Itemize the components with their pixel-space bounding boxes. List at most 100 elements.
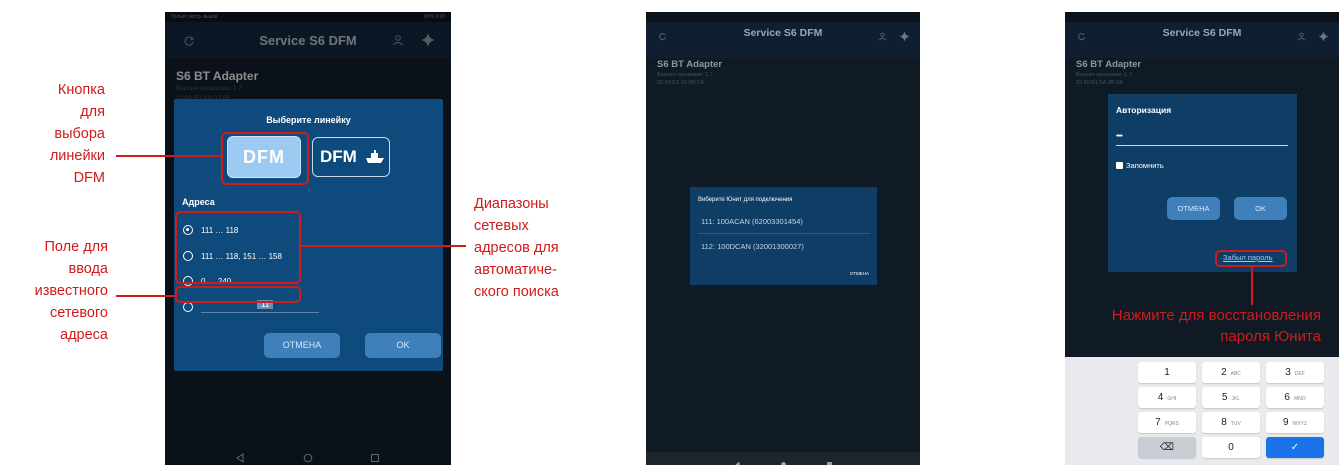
annotation-line: Кнопка [57, 82, 105, 98]
keypad-key[interactable]: 4 GHI [1138, 387, 1196, 408]
done-key[interactable]: ✓ [1266, 437, 1324, 458]
key-digit: 2 [1221, 367, 1227, 378]
keypad-key[interactable]: 3 DEF [1266, 362, 1324, 383]
annotation-line: сетевого [49, 305, 108, 321]
key-digit: 7 [1155, 417, 1161, 428]
annotation-line: ввода [68, 261, 108, 277]
annotation-button-line: Кнопка для выбора линейки DFM [30, 79, 105, 189]
manual-address-radio[interactable] [183, 302, 193, 312]
keypad-key[interactable]: 5 JKL [1202, 387, 1260, 408]
annotation-line: сетевых [474, 218, 529, 234]
firmware-version: Версия прошивки: 1.7 [657, 72, 713, 78]
key-letters: MNO [1293, 396, 1306, 402]
unit-list-item[interactable]: 112: 100DCAN (32001300027) [701, 242, 804, 251]
key-letters: TUV [1230, 421, 1241, 427]
annotation-line: Диапазоны [474, 196, 549, 212]
connector-line [1251, 267, 1253, 305]
gear-icon[interactable] [900, 28, 909, 41]
dialog-title: Авторизация [1116, 105, 1172, 115]
dfm-ship-line-button[interactable]: DFM [312, 137, 390, 177]
nav-recent-icon[interactable] [1263, 458, 1269, 464]
keypad-key[interactable]: 2 ABC [1202, 362, 1260, 383]
gear-icon[interactable] [1319, 28, 1328, 41]
nav-recent-icon[interactable] [826, 455, 833, 465]
key-letters: JKL [1231, 396, 1241, 402]
key-digit: 4 [1157, 392, 1164, 403]
unit-list-item[interactable]: 111: 100ACAN (62003301454) [701, 217, 803, 226]
keypad-key[interactable]: 1 [1138, 362, 1196, 383]
ship-icon [365, 150, 385, 164]
annotation-line: Нажмите для восстановления [1111, 307, 1321, 324]
key-letters: GHI [1167, 396, 1177, 402]
annotation-line: ского поиска [474, 284, 559, 300]
connector-line [301, 245, 466, 247]
numeric-keyboard: 1 2 ABC 3 DEF 4 GHI 5 JKL 6 MNO 7 PQRS 8 TUV 9W… [1065, 357, 1339, 465]
key-digit: 1 [1164, 367, 1170, 378]
key-digit: 9 [1282, 417, 1289, 428]
check-icon: ✓ [1290, 442, 1300, 453]
addresses-heading: Адреса [182, 197, 215, 207]
annotation-line: адресов для [474, 240, 559, 256]
mac-address: 02:80:E1:5A:3B:3A [1076, 80, 1123, 86]
keypad-key[interactable]: 0 [1202, 437, 1260, 458]
user-icon[interactable] [878, 28, 887, 41]
nav-recent-icon[interactable] [370, 450, 380, 462]
keypad-key[interactable]: 9 WXYZ [1266, 412, 1324, 433]
key-digit: 0 [1228, 442, 1234, 453]
figure-root: Кнопка для выбора линейки DFM Поле для в… [0, 0, 1344, 465]
annotation-line: DFM [73, 170, 105, 186]
nav-bar [646, 452, 920, 465]
status-bar [1065, 12, 1339, 22]
backspace-key[interactable]: ⌫ [1138, 437, 1196, 458]
keypad-key[interactable]: 8 TUV [1202, 412, 1260, 433]
annotation-line: линейки [49, 148, 105, 164]
annotation-line: для выбора [54, 104, 105, 142]
nav-home-icon[interactable] [1199, 458, 1205, 464]
nav-back-icon[interactable] [1133, 458, 1139, 464]
user-icon[interactable] [1297, 28, 1306, 41]
cancel-button[interactable]: ОТМЕНА [850, 271, 869, 276]
cancel-button[interactable]: ОТМЕНА [1167, 197, 1220, 220]
nav-back-icon[interactable] [734, 455, 741, 465]
device-name[interactable]: S6 BT Adapter [657, 59, 722, 70]
key-digit: 3 [1285, 367, 1291, 378]
dialog-authorization: Авторизация •••• Запомнить ОТМЕНА OK Заб… [1108, 94, 1297, 272]
phone-screen-unit-select: Service S6 DFM S6 BT Adapter Версия прош… [646, 12, 920, 465]
keypad-key[interactable]: 7 PQRS [1138, 412, 1196, 433]
annotation-line: пароля Юнита [1220, 328, 1321, 345]
ok-button[interactable]: OK [365, 333, 441, 358]
password-value: •••• [1116, 133, 1123, 140]
highlight-dfm-button [221, 132, 309, 185]
annotation-line: автоматиче- [474, 262, 557, 278]
remember-checkbox[interactable] [1116, 162, 1123, 174]
remember-label[interactable]: Запомнить [1126, 161, 1164, 170]
nav-back-icon[interactable] [235, 450, 245, 463]
nav-home-icon[interactable] [780, 455, 787, 465]
nav-bar [165, 445, 451, 465]
annotation-ranges: Диапазоны сетевых адресов для автоматиче… [474, 193, 594, 303]
highlight-manual-address [175, 286, 301, 303]
key-digit: 6 [1284, 392, 1290, 403]
device-name[interactable]: S6 BT Adapter [1076, 59, 1141, 70]
dialog-title: Виберите Юнит для подключения [698, 197, 793, 203]
dfm-ship-button-label: DFM [320, 147, 357, 166]
status-bar [646, 12, 920, 22]
highlight-address-ranges [175, 211, 301, 284]
connector-line [116, 155, 222, 157]
cancel-button[interactable]: ОТМЕНА [264, 333, 340, 358]
key-digit: 5 [1221, 392, 1228, 403]
mac-address: 02:80:E1:16:0B:CA [657, 80, 705, 86]
dialog-unit-select: Виберите Юнит для подключения 111: 100AC… [690, 187, 877, 285]
ok-button[interactable]: OK [1234, 197, 1287, 220]
key-letters: DEF [1294, 371, 1305, 377]
key-letters: PQRS [1164, 421, 1179, 427]
annotation-line: известного [34, 283, 108, 299]
phone-screen-authorization: Service S6 DFM S6 BT Adapter Версия прош… [1065, 12, 1339, 465]
nav-home-icon[interactable] [303, 450, 313, 463]
password-input[interactable]: •••• [1116, 132, 1288, 146]
key-letters: WXYZ [1292, 421, 1307, 427]
key-letters: ABC [1230, 371, 1241, 377]
keypad-key[interactable]: 6 MNO [1266, 387, 1324, 408]
annotation-line: Поле для [44, 239, 109, 255]
list-divider [698, 233, 870, 234]
